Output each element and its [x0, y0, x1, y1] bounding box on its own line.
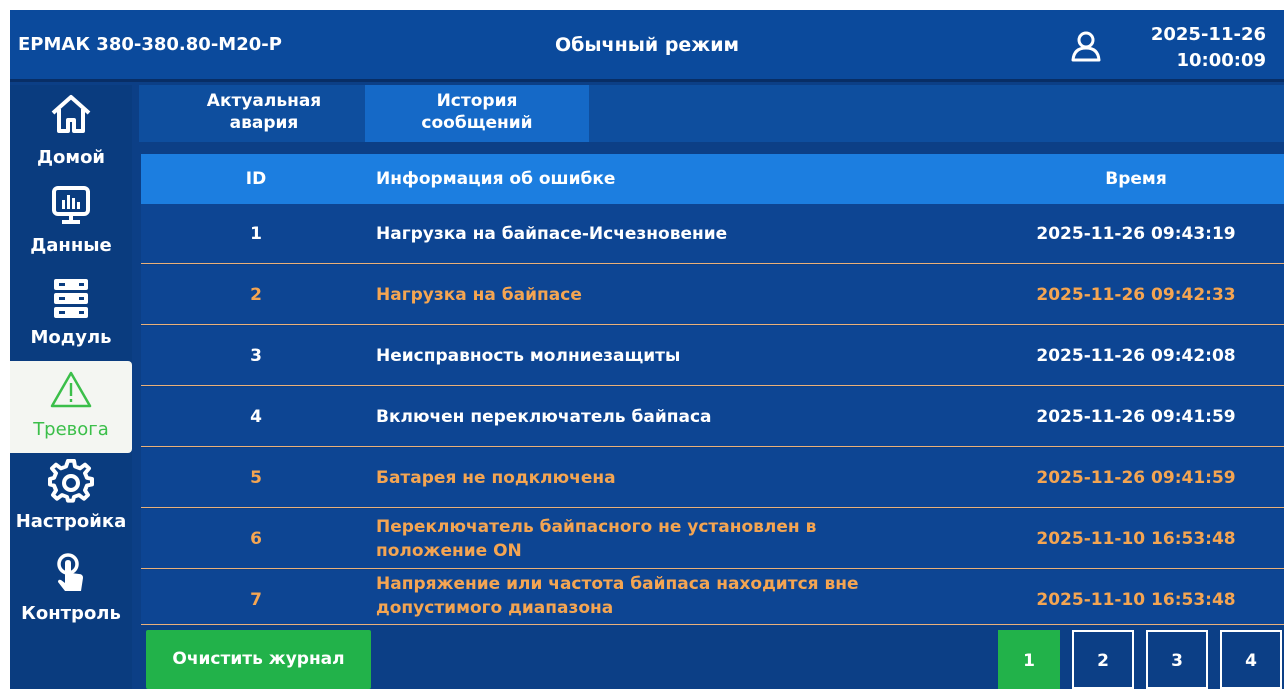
tab-label: Актуальная авария [206, 91, 322, 133]
table-row: 6 Переключатель байпасного не установлен… [141, 509, 1284, 569]
table-row: 5 Батарея не подключена 2025-11-26 09:41… [141, 448, 1284, 508]
row-info: Батарея не подключена [376, 468, 616, 488]
sidebar-item-home[interactable]: Домой [10, 85, 132, 177]
sidebar-item-label: Домой [36, 147, 106, 168]
sidebar-item-label: Настройка [15, 511, 127, 532]
table-row: 4 Включен переключатель байпаса 2025-11-… [141, 387, 1284, 447]
row-id: 3 [250, 346, 262, 366]
sidebar-item-data[interactable]: Данные [10, 177, 132, 269]
page-button-2[interactable]: 2 [1072, 630, 1134, 689]
table-row: 3 Неисправность молниезащиты 2025-11-26 … [141, 326, 1284, 386]
warning-triangle-icon [48, 367, 94, 413]
row-info-line: Напряжение или частота байпаса находится… [376, 574, 859, 594]
page-button-3[interactable]: 3 [1146, 630, 1208, 689]
row-id: 1 [250, 224, 262, 244]
row-info: Нагрузка на байпасе [376, 285, 582, 305]
clear-log-button[interactable]: Очистить журнал [146, 630, 371, 689]
sidebar-item-label: Контроль [21, 603, 121, 624]
table-row: 7 Напряжение или частота байпаса находит… [141, 570, 1284, 625]
sidebar-item-label: Модуль [30, 327, 112, 348]
date-text: 2025-11-26 [1150, 24, 1266, 45]
row-time: 2025-11-26 09:42:33 [1036, 285, 1236, 305]
page-button-4[interactable]: 4 [1220, 630, 1282, 689]
row-time: 2025-11-26 09:41:59 [1036, 407, 1236, 427]
gear-icon [48, 458, 94, 505]
row-time: 2025-11-26 09:42:08 [1036, 346, 1236, 366]
row-info-line: допустимого диапазона [376, 598, 614, 618]
ups-screen: ЕРМАК 380-380.80-M20-P Обычный режим 202… [10, 10, 1284, 689]
column-header-time: Время [1105, 169, 1167, 189]
row-time: 2025-11-26 09:43:19 [1036, 224, 1236, 244]
page-button-1[interactable]: 1 [998, 630, 1060, 689]
row-time: 2025-11-10 16:53:48 [1036, 529, 1236, 549]
row-info-line: Переключатель байпасного не установлен в [376, 517, 817, 537]
row-id: 6 [250, 529, 262, 549]
sidebar-item-label: Данные [30, 235, 112, 256]
tab-current-alarm[interactable]: Актуальная авария [159, 85, 369, 140]
sidebar: Домой Данные Модуль Тревога Настройка Ко… [10, 85, 132, 689]
user-icon[interactable] [1068, 28, 1104, 64]
time-text: 10:00:09 [1176, 50, 1266, 71]
column-header-info: Информация об ошибке [376, 169, 616, 189]
sidebar-item-control[interactable]: Контроль [10, 545, 132, 637]
top-bar: ЕРМАК 380-380.80-M20-P Обычный режим 202… [10, 10, 1284, 82]
row-info: Напряжение или частота байпаса находится… [376, 572, 996, 620]
row-id: 7 [250, 590, 262, 610]
row-info: Включен переключатель байпаса [376, 407, 712, 427]
home-icon [48, 91, 94, 137]
sidebar-item-settings[interactable]: Настройка [10, 453, 132, 545]
tab-label: История сообщений [421, 91, 533, 133]
row-id: 2 [250, 285, 262, 305]
touch-hand-icon [48, 551, 94, 597]
tab-message-history[interactable]: История сообщений [365, 85, 589, 142]
table-row: 1 Нагрузка на байпасе-Исчезновение 2025-… [141, 204, 1284, 264]
row-time: 2025-11-26 09:41:59 [1036, 468, 1236, 488]
row-info: Переключатель байпасного не установлен в… [376, 515, 996, 563]
server-module-icon [48, 275, 94, 321]
sidebar-item-label: Тревога [33, 419, 109, 440]
row-time: 2025-11-10 16:53:48 [1036, 590, 1236, 610]
sidebar-item-module[interactable]: Модуль [10, 269, 132, 361]
table-row: 2 Нагрузка на байпасе 2025-11-26 09:42:3… [141, 265, 1284, 325]
row-info: Нагрузка на байпасе-Исчезновение [376, 224, 728, 244]
datetime: 2025-11-26 10:00:09 [1151, 22, 1266, 74]
column-header-id: ID [245, 169, 267, 189]
table-header: ID Информация об ошибке Время [141, 154, 1284, 204]
row-id: 4 [250, 407, 262, 427]
row-info-line: положение ON [376, 541, 522, 561]
row-info: Неисправность молниезащиты [376, 346, 681, 366]
monitor-chart-icon [48, 183, 94, 229]
row-id: 5 [250, 468, 262, 488]
sidebar-item-alarm[interactable]: Тревога [10, 361, 132, 453]
tab-bar: Актуальная авария История сообщений [139, 85, 1284, 142]
